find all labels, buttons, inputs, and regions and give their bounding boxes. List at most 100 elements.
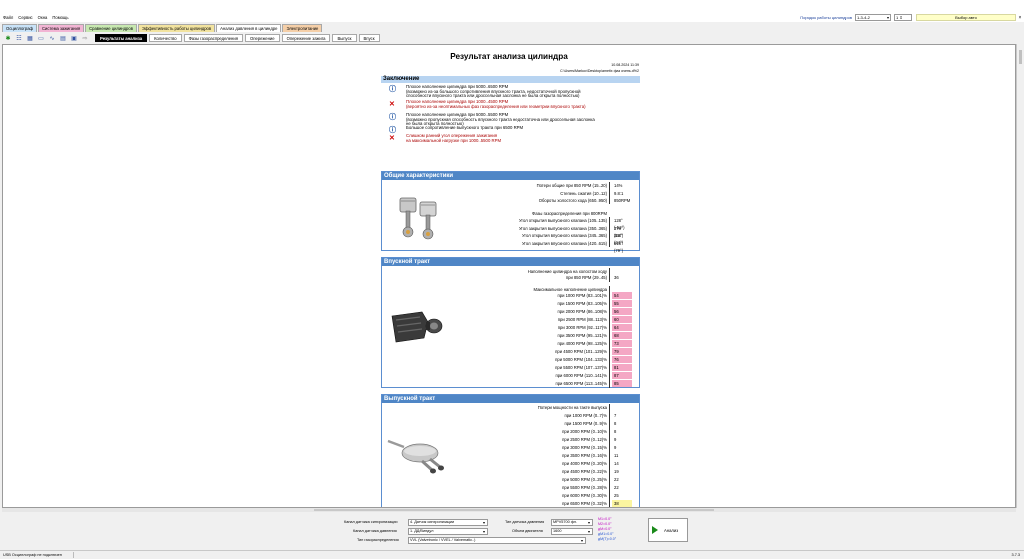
vertical-scrollbar[interactable] — [1016, 44, 1024, 508]
pressure-channel-value: 1. ДД/Виндул — [410, 529, 434, 533]
row-label: Потери мощности на такте выпуска — [537, 405, 607, 410]
general-section: Общие характеристики Потери общие при 85… — [381, 171, 640, 253]
row-label: при 1500 RPM (83..105)% — [557, 301, 607, 306]
subtab-results[interactable]: Результаты анализа — [95, 34, 148, 42]
scroll-thumb[interactable] — [1019, 50, 1022, 64]
column-divider — [609, 268, 610, 282]
error-icon: ✕ — [389, 101, 395, 108]
tab-power[interactable]: Электропитание — [282, 24, 323, 32]
row-label: при 3500 RPM (95..121)% — [557, 333, 607, 338]
row-label: при 6000 RPM (110..141)% — [555, 373, 607, 378]
row-value: 25 — [614, 493, 619, 498]
subtab-exhaust[interactable]: Выпуск — [332, 34, 357, 42]
row-label: при 4500 RPM (0..22)% — [562, 469, 607, 474]
row-value: 54 — [612, 292, 632, 299]
menu-help[interactable]: Помощь — [52, 15, 68, 20]
engine-volume-input[interactable]: 1600 ▾ — [551, 528, 593, 535]
grid-icon[interactable]: ▦ — [25, 34, 35, 43]
general-header: Общие характеристики — [382, 172, 639, 180]
column-divider — [609, 217, 610, 247]
row-label: Степень сжатия (10..12) — [560, 190, 607, 196]
tab-compare[interactable]: Сравнение цилиндров — [85, 24, 137, 32]
data-row: при 2000 RPM (86..108)% — [382, 308, 607, 315]
row-label: при 5000 RPM (0..25)% — [562, 477, 607, 482]
data-row: при 4000 RPM (0..20)% — [382, 460, 607, 467]
status-text: USB Осциллограф не подключен — [3, 553, 62, 557]
row-value: 56 — [612, 308, 632, 315]
data-row: при 6500 RPM (113..145)% — [382, 380, 607, 387]
top-controls: Порядок работы цилиндров 1-3-4-2 ▾ 1 ⇕ Вы… — [800, 14, 1024, 21]
analyze-button[interactable]: Анализ — [648, 518, 688, 542]
row-label: при 4500 RPM (101..129)% — [555, 349, 607, 354]
row-label: при 5500 RPM (107..137)% — [555, 365, 607, 370]
subtab-quantity[interactable]: Количество — [149, 34, 182, 42]
report-date: 10.08.2024 11:39 — [611, 63, 639, 67]
data-row: Угол закрытия впускного клапана (420..61… — [382, 240, 607, 247]
pressure-channel-label: Канал датчика давления — [353, 529, 397, 533]
menu-windows[interactable]: Окна — [38, 15, 48, 20]
sliders-icon[interactable]: ☷ — [14, 34, 24, 43]
play-icon[interactable]: ⇨ — [80, 34, 90, 43]
sensor-type-select[interactable]: MPV5700 фл. ▾ — [551, 519, 593, 526]
engine-select[interactable]: Выбор авто — [916, 14, 1016, 21]
error-icon: ✕ — [389, 135, 395, 142]
sync-channel-select[interactable]: 4. Датчик синхронизации ▾ — [408, 519, 488, 526]
row-label: при 3000 RPM (92..117)% — [557, 325, 607, 330]
data-row: Угол открытия выпускного клапана (105..1… — [382, 217, 607, 224]
row-value: 60 — [612, 316, 632, 323]
row-label: при 4000 RPM (0..20)% — [562, 461, 607, 466]
settings-icon[interactable]: ✱ — [3, 34, 13, 43]
tab-ignition[interactable]: Система зажигания — [37, 24, 85, 32]
row-label: при 3000 RPM (0..15)% — [562, 445, 607, 450]
subtab-intake[interactable]: Впуск — [358, 34, 380, 42]
subtab-advance[interactable]: Опережение — [244, 34, 280, 42]
data-row: при 3500 RPM (0..16)% — [382, 452, 607, 459]
column-divider — [609, 404, 610, 507]
cylinder-spinner[interactable]: 1 ⇕ — [894, 14, 912, 21]
pressure-channel-select[interactable]: 1. ДД/Виндул ▾ — [408, 528, 488, 535]
row-value: 81 — [612, 364, 632, 371]
info-icon: ⓘ — [389, 86, 396, 93]
subtab-timing[interactable]: Фазы газораспределения — [183, 34, 243, 42]
main-tabs: Осциллограф Система зажигания Сравнение … — [2, 24, 323, 32]
data-row: при 4500 RPM (101..129)% — [382, 348, 607, 355]
layout-icon[interactable]: ▤ — [58, 34, 68, 43]
data-row: при 3000 RPM (0..15)% — [382, 444, 607, 451]
timing-type-select[interactable]: VVL (Valvetronic / VVEL / Valvematic..) ▾ — [408, 537, 586, 544]
row-label: Угол открытия впускного клапана (345..36… — [522, 233, 607, 238]
play-icon — [652, 526, 658, 534]
column-divider — [609, 286, 610, 388]
row-value: 618° (79°) — [614, 240, 624, 253]
chevron-down-icon: ▾ — [587, 529, 590, 534]
tab-efficiency[interactable]: Эффективность работы цилиндров — [137, 24, 216, 32]
hscroll-thumb[interactable] — [314, 509, 714, 511]
row-value: 11 — [614, 453, 619, 458]
firing-order-select[interactable]: 1-3-4-2 ▾ — [855, 14, 891, 21]
subtab-ignition-advance[interactable]: Опережение зажига — [281, 34, 331, 42]
data-row: Потери мощности на такте выпуска — [382, 404, 607, 411]
report-title: Результат анализа цилиндра — [450, 52, 568, 61]
tab-oscilloscope[interactable]: Осциллограф — [2, 24, 37, 32]
pressure-channel-field: Канал датчика давления 1. ДД/Виндул ▾ — [353, 528, 488, 535]
row-value: 378° (18°) — [614, 225, 624, 238]
close-icon[interactable]: × — [1016, 15, 1024, 21]
menu-file[interactable]: Файл — [3, 15, 13, 20]
waveform-icon[interactable]: ∿ — [47, 34, 57, 43]
row-label: при 2000 RPM (86..108)% — [557, 309, 607, 314]
row-label: при 2500 RPM (88..113)% — [557, 317, 607, 322]
chevron-down-icon: ▾ — [886, 15, 889, 20]
sync-channel-value: 4. Датчик синхронизации — [410, 520, 455, 524]
intake-header: Впускной тракт — [382, 258, 639, 266]
save-icon[interactable]: ▣ — [69, 34, 79, 43]
tab-pressure-analysis[interactable]: Анализ давления в цилиндре — [216, 24, 282, 32]
row-value: 85 — [612, 380, 632, 387]
sensor-type-value: MPV5700 фл. — [553, 520, 578, 524]
menu-service[interactable]: Сервис — [18, 15, 32, 20]
row-label: при 5000 RPM (104..133)% — [555, 357, 607, 362]
data-row: при 1000 RPM (83..101)% — [382, 292, 607, 299]
conclusion-section: Заключение ⓘ Плохое наполнение цилиндра п… — [381, 76, 640, 164]
chart-icon[interactable]: ▭ — [36, 34, 46, 43]
row-value: 87 — [612, 372, 632, 379]
report-path: C:\Users\Markov\Desktop\ametix фаз очень… — [560, 69, 639, 73]
exhaust-section: Выпускной тракт Потери мощности на такте… — [381, 394, 640, 507]
